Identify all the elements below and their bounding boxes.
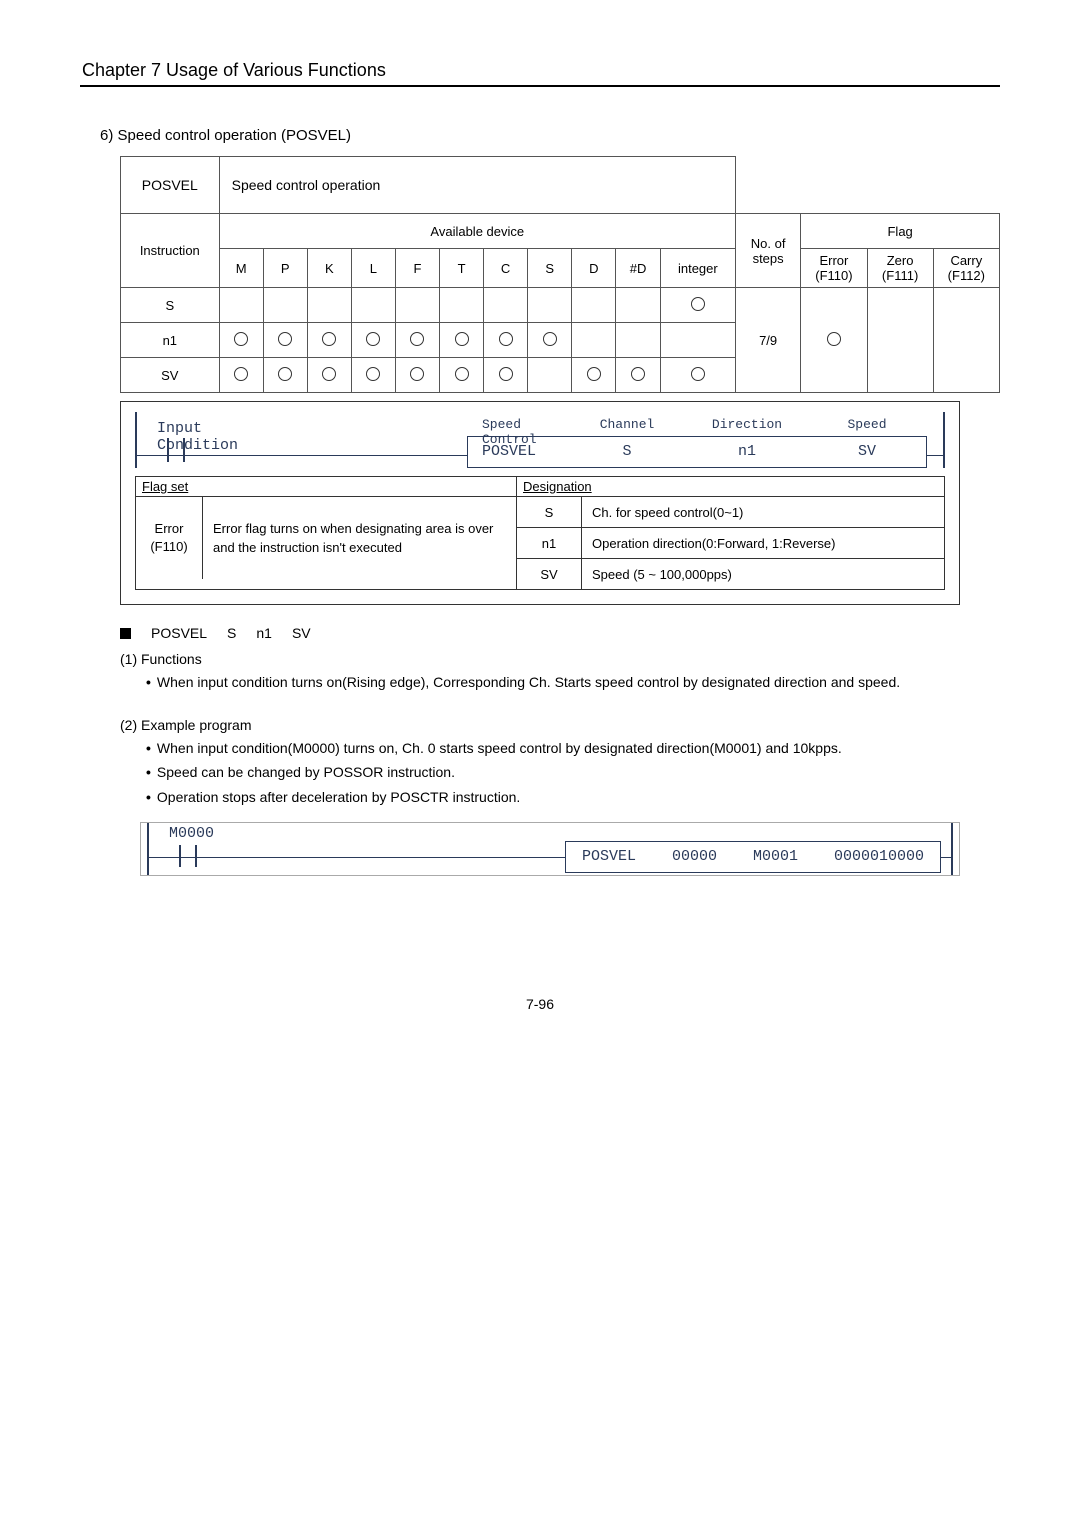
square-bullet-icon <box>120 628 131 639</box>
contact-symbol <box>167 438 185 462</box>
ladder-rung: Input Condition Speed Control Channel Di… <box>135 412 945 468</box>
instruction-header: Instruction <box>121 214 220 288</box>
steps-value: 7/9 <box>735 288 800 393</box>
designation-row: SV Speed (5 ~ 100,000pps) <box>517 559 944 590</box>
flag-designation-row: Flag set Error (F110) Error flag turns o… <box>135 476 945 590</box>
instruction-box: POSVEL 00000 M0001 0000010000 <box>565 841 941 873</box>
designation-table: S Ch. for speed control(0~1) n1 Operatio… <box>517 497 944 589</box>
row-S: S 7/9 <box>121 288 1000 323</box>
field-channel: 00000 <box>672 848 717 865</box>
instruction-box: Speed Control Channel Direction Speed PO… <box>467 436 927 468</box>
steps-header: No. of steps <box>735 214 800 288</box>
mnemonic-cell: POSVEL <box>121 157 220 214</box>
col-C: C <box>484 249 528 288</box>
flag-header: Flag <box>801 214 1000 249</box>
flag-set-box: Flag set Error (F110) Error flag turns o… <box>135 476 517 590</box>
example-bullet-2: • Speed can be changed by POSSOR instruc… <box>146 763 1000 781</box>
contact-symbol <box>179 845 197 867</box>
flag-set-title: Flag set <box>136 477 516 497</box>
example-header: (2) Example program <box>120 717 1000 733</box>
contact-label: M0000 <box>169 825 214 842</box>
circle-icon <box>691 297 705 311</box>
bullet-dot-icon: • <box>146 739 151 757</box>
col-D: D <box>572 249 616 288</box>
circle-icon <box>827 332 841 346</box>
bullet-dot-icon: • <box>146 763 151 781</box>
bullet-dot-icon: • <box>146 673 151 691</box>
flag-carry-mark <box>933 288 999 393</box>
designation-title: Designation <box>517 477 944 497</box>
col-hashD: #D <box>616 249 660 288</box>
col-T: T <box>440 249 484 288</box>
page: Chapter 7 Usage of Various Functions 6) … <box>0 0 1080 1052</box>
example-ladder-diagram: M0000 POSVEL 00000 M0001 0000010000 <box>140 822 960 876</box>
mnemonic-desc: Speed control operation <box>219 157 735 214</box>
flag-zero-mark <box>867 288 933 393</box>
col-L: L <box>351 249 395 288</box>
ladder-diagram-box: Input Condition Speed Control Channel Di… <box>120 401 960 605</box>
example-bullet-1: • When input condition(M0000) turns on, … <box>146 739 1000 757</box>
col-F: F <box>395 249 439 288</box>
example-bullet-3: • Operation stops after deceleration by … <box>146 788 1000 806</box>
left-rail <box>135 412 137 468</box>
syntax-arg-n1: n1 <box>256 625 272 641</box>
section-title: 6) Speed control operation (POSVEL) <box>100 127 1000 144</box>
col-S: S <box>528 249 572 288</box>
flag-error-mark <box>801 288 867 393</box>
bullet-dot-icon: • <box>146 788 151 806</box>
available-header: Available device <box>219 214 735 249</box>
designation-row: S Ch. for speed control(0~1) <box>517 497 944 528</box>
right-rail <box>951 823 953 875</box>
field-direction: M0001 <box>753 848 798 865</box>
designation-box: Designation S Ch. for speed control(0~1)… <box>517 476 945 590</box>
chapter-title: Chapter 7 Usage of Various Functions <box>80 60 1000 81</box>
field-mnemonic: POSVEL <box>582 848 636 865</box>
instruction-table: POSVEL Speed control operation Instructi… <box>120 156 1000 393</box>
syntax-line: POSVEL S n1 SV <box>120 625 960 641</box>
col-M: M <box>219 249 263 288</box>
functions-header: (1) Functions <box>120 651 1000 667</box>
designation-row: n1 Operation direction(0:Forward, 1:Reve… <box>517 528 944 559</box>
flag-zero-header: Zero (F111) <box>867 249 933 288</box>
syntax-arg-S: S <box>227 625 236 641</box>
page-number: 7-96 <box>80 996 1000 1012</box>
field-speed: 0000010000 <box>834 848 924 865</box>
syntax-mnemonic: POSVEL <box>151 625 207 641</box>
col-integer: integer <box>660 249 735 288</box>
col-P: P <box>263 249 307 288</box>
syntax-arg-SV: SV <box>292 625 311 641</box>
error-flag-desc: Error flag turns on when designating are… <box>203 497 516 579</box>
error-flag-label: Error (F110) <box>136 497 203 579</box>
flag-error-header: Error (F110) <box>801 249 867 288</box>
title-rule <box>80 85 1000 87</box>
right-rail <box>943 412 945 468</box>
col-K: K <box>307 249 351 288</box>
flag-carry-header: Carry (F112) <box>933 249 999 288</box>
instruction-headers: Speed Control Channel Direction Speed <box>468 417 926 447</box>
functions-bullet: • When input condition turns on(Rising e… <box>146 673 1000 691</box>
